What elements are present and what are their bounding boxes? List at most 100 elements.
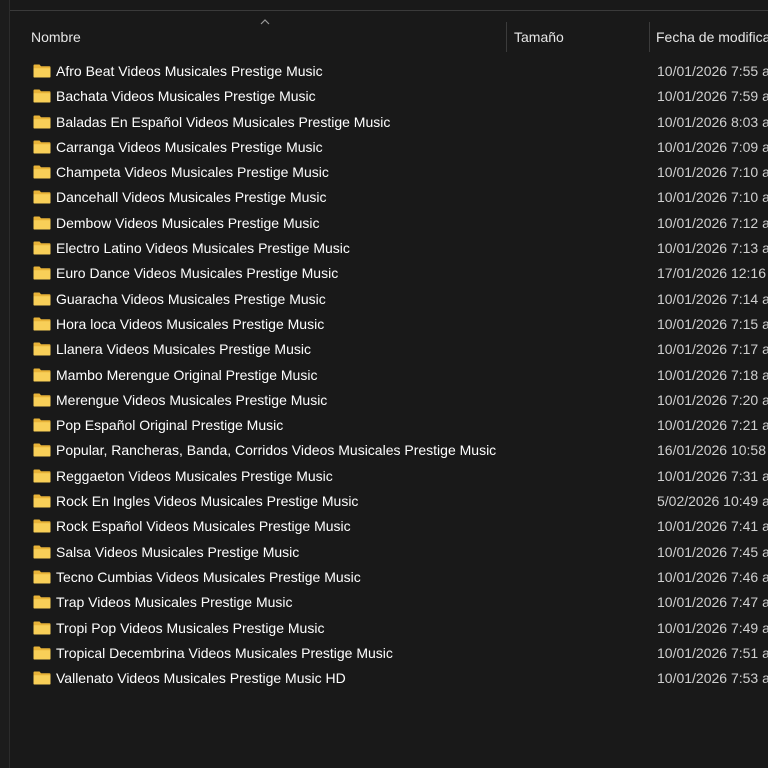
folder-icon: [33, 443, 51, 457]
file-name: Pop Español Original Prestige Music: [56, 417, 284, 434]
file-name: Bachata Videos Musicales Prestige Music: [56, 88, 316, 105]
file-row[interactable]: Bachata Videos Musicales Prestige Music 1…: [10, 84, 768, 109]
column-divider[interactable]: [506, 22, 507, 52]
file-date-modified: 10/01/2026 7:21 a: [657, 417, 768, 434]
file-row[interactable]: Afro Beat Videos Musicales Prestige Musi…: [10, 59, 768, 84]
file-row[interactable]: Trap Videos Musicales Prestige Music 10/0…: [10, 590, 768, 615]
file-row[interactable]: Guaracha Videos Musicales Prestige Music…: [10, 287, 768, 312]
file-date-modified: 10/01/2026 7:59 a: [657, 88, 768, 105]
file-name: Merengue Videos Musicales Prestige Music: [56, 391, 328, 408]
file-row[interactable]: Champeta Videos Musicales Prestige Music…: [10, 160, 768, 185]
file-row[interactable]: Reggaeton Videos Musicales Prestige Musi…: [10, 464, 768, 489]
file-date-modified: 10/01/2026 7:09 a: [657, 138, 768, 155]
file-date-modified: 10/01/2026 7:49 a: [657, 619, 768, 636]
file-row[interactable]: Dembow Videos Musicales Prestige Music 10…: [10, 211, 768, 236]
file-row[interactable]: Euro Dance Videos Musicales Prestige Mus…: [10, 261, 768, 286]
file-name: Champeta Videos Musicales Prestige Music: [56, 164, 329, 181]
folder-icon: [33, 469, 51, 483]
folder-icon: [33, 317, 51, 331]
column-header-date-modified[interactable]: Fecha de modifica: [656, 20, 768, 54]
file-row[interactable]: Rock En Ingles Videos Musicales Prestige…: [10, 489, 768, 514]
file-date-modified: 10/01/2026 7:55 a: [657, 63, 768, 79]
file-row[interactable]: Tropi Pop Videos Musicales Prestige Musi…: [10, 616, 768, 641]
file-date-modified: 10/01/2026 7:12 a: [657, 214, 768, 231]
file-row[interactable]: Tecno Cumbias Videos Musicales Prestige …: [10, 565, 768, 590]
file-date-modified: 10/01/2026 8:03 a: [657, 113, 768, 130]
folder-icon: [33, 266, 51, 280]
file-row[interactable]: Vallenato Videos Musicales Prestige Musi…: [10, 666, 768, 691]
file-name: Afro Beat Videos Musicales Prestige Musi…: [56, 63, 323, 79]
folder-icon: [33, 671, 51, 685]
column-header-name[interactable]: Nombre: [31, 20, 501, 54]
file-date-modified: 5/02/2026 10:49 a: [657, 493, 768, 510]
folder-icon: [33, 519, 51, 533]
file-name: Baladas En Español Videos Musicales Pres…: [56, 113, 391, 130]
file-row[interactable]: Hora loca Videos Musicales Prestige Musi…: [10, 312, 768, 337]
file-date-modified: 10/01/2026 7:17 a: [657, 341, 768, 358]
file-row[interactable]: Salsa Videos Musicales Prestige Music 10/…: [10, 540, 768, 565]
folder-icon: [33, 595, 51, 609]
file-date-modified: 10/01/2026 7:10 a: [657, 189, 768, 206]
file-name: Electro Latino Videos Musicales Prestige…: [56, 240, 350, 257]
file-date-modified: 10/01/2026 7:18 a: [657, 366, 768, 383]
file-name: Llanera Videos Musicales Prestige Music: [56, 341, 311, 358]
folder-icon: [33, 190, 51, 204]
file-date-modified: 10/01/2026 7:46 a: [657, 568, 768, 585]
file-name: Salsa Videos Musicales Prestige Music: [56, 543, 300, 560]
folder-icon: [33, 89, 51, 103]
folder-icon: [33, 368, 51, 382]
folder-icon: [33, 494, 51, 508]
file-name: Carranga Videos Musicales Prestige Music: [56, 138, 323, 155]
file-date-modified: 10/01/2026 7:31 a: [657, 467, 768, 484]
folder-icon: [33, 241, 51, 255]
file-name: Mambo Merengue Original Prestige Music: [56, 366, 318, 383]
file-row[interactable]: Carranga Videos Musicales Prestige Music…: [10, 135, 768, 160]
column-divider[interactable]: [649, 22, 650, 52]
file-name: Tecno Cumbias Videos Musicales Prestige …: [56, 568, 361, 585]
file-date-modified: 10/01/2026 7:10 a: [657, 164, 768, 181]
folder-icon: [33, 165, 51, 179]
file-name: Trap Videos Musicales Prestige Music: [56, 594, 293, 611]
column-header-bar: Nombre Tamaño Fecha de modifica: [10, 20, 768, 54]
file-list: Afro Beat Videos Musicales Prestige Musi…: [10, 59, 768, 691]
file-row[interactable]: Mambo Merengue Original Prestige Music 10…: [10, 363, 768, 388]
file-date-modified: 10/01/2026 7:15 a: [657, 315, 768, 332]
file-name: Rock En Ingles Videos Musicales Prestige…: [56, 493, 359, 510]
file-name: Dembow Videos Musicales Prestige Music: [56, 214, 320, 231]
file-name: Popular, Rancheras, Banda, Corridos Vide…: [56, 442, 497, 459]
file-name: Tropi Pop Videos Musicales Prestige Musi…: [56, 619, 325, 636]
file-row[interactable]: Popular, Rancheras, Banda, Corridos Vide…: [10, 438, 768, 463]
file-row[interactable]: Rock Español Videos Musicales Prestige M…: [10, 514, 768, 539]
folder-icon: [33, 621, 51, 635]
file-name: Vallenato Videos Musicales Prestige Musi…: [56, 670, 346, 687]
top-divider: [0, 10, 768, 11]
file-row[interactable]: Baladas En Español Videos Musicales Pres…: [10, 110, 768, 135]
file-date-modified: 10/01/2026 7:41 a: [657, 518, 768, 535]
folder-icon: [33, 570, 51, 584]
file-date-modified: 10/01/2026 7:53 a: [657, 670, 768, 687]
file-date-modified: 10/01/2026 7:45 a: [657, 543, 768, 560]
file-date-modified: 16/01/2026 10:58: [657, 442, 766, 459]
file-row[interactable]: Tropical Decembrina Videos Musicales Pre…: [10, 641, 768, 666]
file-date-modified: 10/01/2026 7:51 a: [657, 644, 768, 661]
folder-icon: [33, 64, 51, 78]
navigation-pane-edge[interactable]: [0, 0, 10, 768]
folder-icon: [33, 115, 51, 129]
folder-icon: [33, 393, 51, 407]
file-date-modified: 10/01/2026 7:47 a: [657, 594, 768, 611]
file-row[interactable]: Electro Latino Videos Musicales Prestige…: [10, 236, 768, 261]
file-row[interactable]: Llanera Videos Musicales Prestige Music 1…: [10, 337, 768, 362]
file-name: Rock Español Videos Musicales Prestige M…: [56, 518, 351, 535]
file-row[interactable]: Pop Español Original Prestige Music 10/01…: [10, 413, 768, 438]
file-row[interactable]: Dancehall Videos Musicales Prestige Musi…: [10, 185, 768, 210]
folder-icon: [33, 646, 51, 660]
file-row[interactable]: Merengue Videos Musicales Prestige Music…: [10, 388, 768, 413]
folder-icon: [33, 342, 51, 356]
file-date-modified: 10/01/2026 7:13 a: [657, 240, 768, 257]
folder-icon: [33, 292, 51, 306]
folder-icon: [33, 545, 51, 559]
folder-icon: [33, 418, 51, 432]
file-name: Dancehall Videos Musicales Prestige Musi…: [56, 189, 327, 206]
folder-icon: [33, 216, 51, 230]
column-header-size[interactable]: Tamaño: [514, 20, 644, 54]
